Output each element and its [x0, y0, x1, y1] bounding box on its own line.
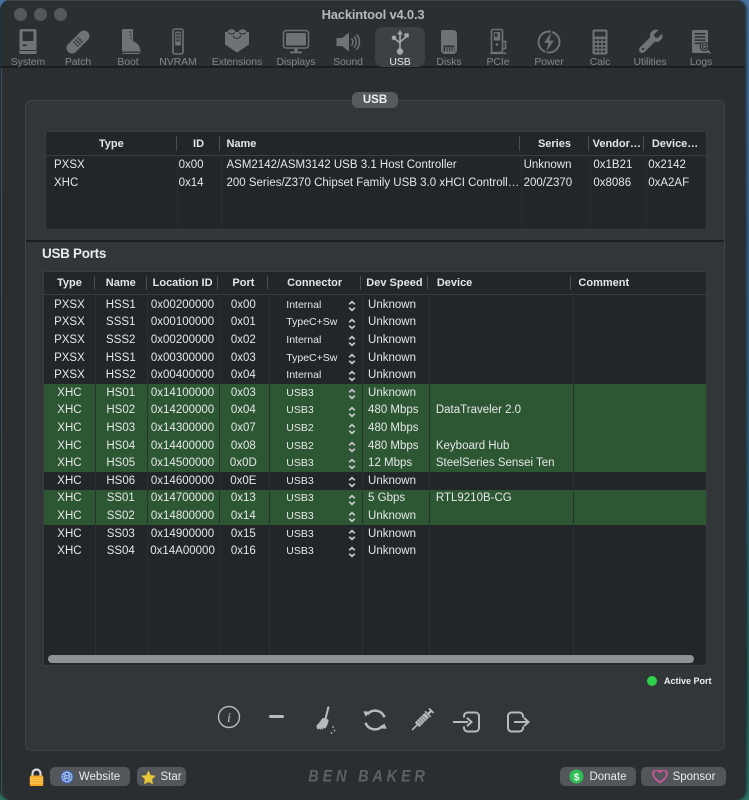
- svg-text:i: i: [227, 711, 231, 726]
- svg-text:$: $: [574, 771, 580, 783]
